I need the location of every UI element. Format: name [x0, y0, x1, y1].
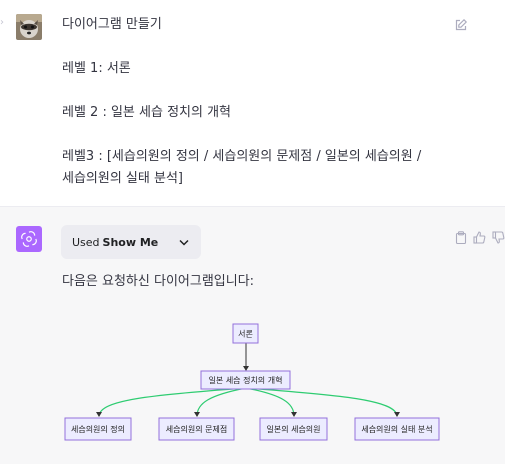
- edge-level2-to-child: [245, 387, 398, 417]
- node-level3-label: 세습의원의 실태 분석: [361, 424, 432, 434]
- node-level2-label: 일본 세습 정치의 개혁: [209, 375, 283, 385]
- node-root-label: 서론: [238, 330, 253, 339]
- arrowhead: [394, 412, 400, 417]
- diagram: 서론 일본 세습 정치의 개혁 세습의원의 정의 세습의원의 문제점 일본의 세…: [64, 323, 440, 441]
- arrowhead: [291, 412, 297, 417]
- node-level3-label: 세습의원의 정의: [71, 424, 125, 434]
- edge-level2-to-child: [98, 387, 247, 417]
- node-level3-label: 일본의 세습의원: [266, 424, 320, 434]
- arrowhead: [96, 412, 102, 417]
- arrowhead: [194, 412, 200, 417]
- edge-level2-to-child: [245, 387, 295, 417]
- node-level3-label: 세습의원의 문제점: [166, 424, 227, 434]
- edge-level2-to-child: [196, 387, 247, 417]
- arrowhead: [243, 366, 249, 371]
